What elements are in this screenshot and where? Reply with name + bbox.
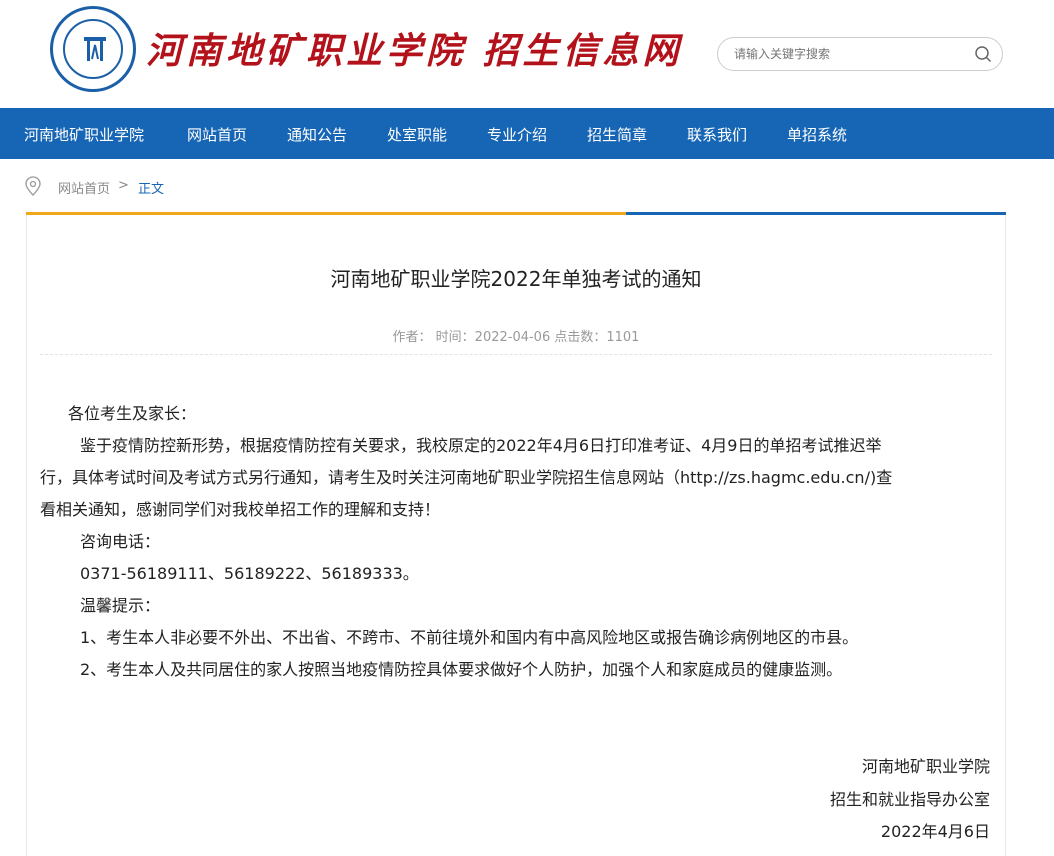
signature-date: 2022年4月6日	[880, 822, 990, 841]
site-title[interactable]: 河南地矿职业学院 招生信息网	[146, 22, 683, 74]
article-meta: 作者： 时间：2022-04-06 点击数：1101	[392, 330, 640, 345]
college-logo[interactable]	[50, 6, 136, 92]
site-header: 河南地矿职业学院 招生信息网	[0, 0, 1054, 108]
signature-org: 河南地矿职业学院	[861, 757, 990, 776]
nav-item-brochure[interactable]: 招生简章	[587, 124, 647, 145]
article-panel	[26, 215, 1006, 856]
greeting: 各位考生及家长：	[68, 404, 197, 423]
logo-gate-icon	[84, 37, 106, 61]
paragraph-line: 看相关通知，感谢同学们对我校单招工作的理解和支持！	[40, 500, 441, 519]
nav-item-contact[interactable]: 联系我们	[687, 124, 747, 145]
consult-phones: 0371-56189111、56189222、56189333。	[80, 564, 419, 583]
consult-label: 咨询电话：	[80, 532, 161, 551]
location-pin-icon	[25, 176, 41, 196]
search-box[interactable]	[717, 37, 1003, 71]
nav-item-notices[interactable]: 通知公告	[287, 124, 347, 145]
tips-label: 温馨提示：	[80, 596, 161, 615]
article-title: 河南地矿职业学院2022年单独考试的通知	[330, 267, 702, 291]
nav-item-departments[interactable]: 处室职能	[387, 124, 447, 145]
search-input[interactable]	[732, 46, 966, 62]
paragraph-line: 行，具体考试时间及考试方式另行通知，请考生及时关注河南地矿职业学院招生信息网站（…	[40, 468, 893, 487]
nav-item-admission-system[interactable]: 单招系统	[787, 124, 847, 145]
tip-item: 2、考生本人及共同居住的家人按照当地疫情防控具体要求做好个人防护，加强个人和家庭…	[80, 660, 843, 679]
meta-divider	[40, 354, 992, 355]
main-nav: 河南地矿职业学院 网站首页 通知公告 处室职能 专业介绍 招生简章 联系我们 单…	[0, 108, 1054, 159]
breadcrumb-current: 正文	[138, 182, 165, 197]
logo-inner-ring	[63, 19, 123, 79]
signature-dept: 招生和就业指导办公室	[829, 790, 990, 809]
paragraph-line: 鉴于疫情防控新形势，根据疫情防控有关要求，我校原定的2022年4月6日打印准考证…	[80, 436, 882, 455]
nav-item-college[interactable]: 河南地矿职业学院	[24, 124, 144, 145]
tip-item: 1、考生本人非必要不外出、不出省、不跨市、不前往境外和国内有中高风险地区或报告确…	[80, 628, 859, 647]
breadcrumb-home-link[interactable]: 网站首页	[58, 178, 110, 197]
nav-item-home[interactable]: 网站首页	[187, 124, 247, 145]
search-icon[interactable]	[974, 45, 992, 63]
breadcrumb-separator: >	[118, 178, 129, 193]
nav-item-majors[interactable]: 专业介绍	[487, 124, 547, 145]
